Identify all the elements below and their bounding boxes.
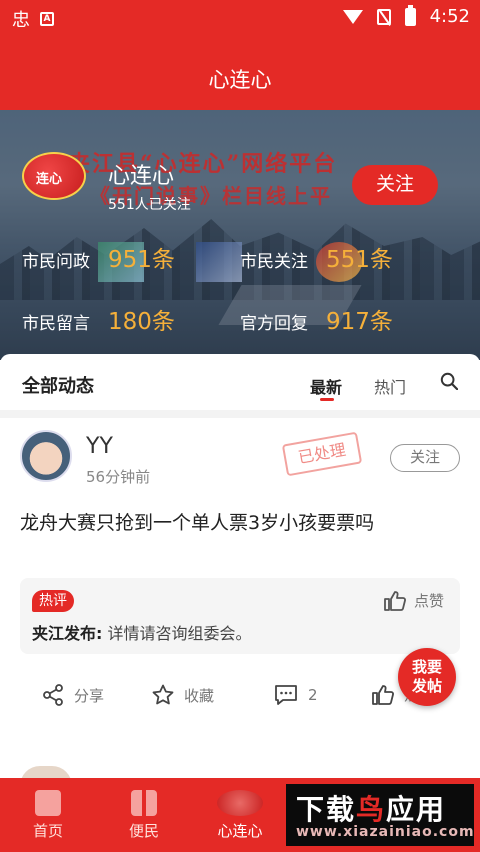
share-button[interactable]: 分享 bbox=[42, 684, 104, 706]
watermark-logo: 下载鸟应用 www.xiazainiao.com bbox=[286, 784, 474, 846]
hot-comment-badge: 热评 bbox=[32, 590, 74, 612]
stat-official-replies[interactable]: 官方回复 917条 bbox=[240, 302, 393, 336]
stat-value: 180条 bbox=[108, 309, 175, 335]
favorite-button[interactable]: 收藏 bbox=[152, 684, 214, 706]
top-bar: 忠 A 4:52 心连心 bbox=[0, 0, 480, 110]
stat-value: 551条 bbox=[326, 247, 393, 273]
stat-label: 官方回复 bbox=[240, 314, 308, 334]
channel-banner: 夹江县“心连心”网络平台 《开门说事》栏目线上平 连心 心连心 551人已关注 … bbox=[0, 110, 480, 360]
stat-label: 市民留言 bbox=[22, 314, 90, 334]
search-icon[interactable] bbox=[440, 372, 458, 390]
new-post-label-line2: 发帖 bbox=[411, 677, 442, 695]
star-icon bbox=[152, 684, 174, 705]
new-post-label-line1: 我要 bbox=[411, 658, 442, 676]
channel-name: 心连心 bbox=[108, 164, 175, 189]
watermark-url: www.xiazainiao.com bbox=[296, 824, 475, 840]
comment-icon bbox=[275, 685, 297, 705]
comment-author: 夹江发布: bbox=[32, 624, 103, 643]
follow-channel-button[interactable]: 关注 bbox=[352, 165, 438, 205]
status-stamp: 已处理 bbox=[281, 431, 363, 477]
wifi-icon bbox=[342, 9, 363, 24]
watermark-part: 下载 bbox=[296, 793, 357, 826]
watermark-part: 鸟 bbox=[356, 793, 387, 826]
status-bar: 忠 A 4:52 bbox=[0, 0, 480, 36]
share-label: 分享 bbox=[74, 686, 105, 705]
thumbs-up-icon bbox=[372, 684, 394, 705]
no-sim-icon bbox=[376, 8, 391, 25]
feed-title: 全部动态 bbox=[22, 376, 94, 397]
avatar[interactable] bbox=[20, 430, 72, 482]
channel-logo-text: 连心 bbox=[36, 172, 63, 187]
share-icon bbox=[43, 684, 63, 706]
stat-citizen-attention[interactable]: 市民关注 551条 bbox=[240, 240, 393, 274]
home-icon bbox=[35, 790, 61, 816]
nav-label: 心连心 bbox=[217, 822, 263, 840]
hot-comment[interactable]: 热评 点赞 夹江发布: 详情请咨询组委会。 bbox=[20, 578, 460, 654]
thumbs-up-icon bbox=[384, 590, 406, 611]
comments-button[interactable]: 2 bbox=[274, 684, 318, 706]
favorite-label: 收藏 bbox=[184, 686, 215, 705]
stat-label: 市民问政 bbox=[22, 252, 90, 272]
stat-value: 951条 bbox=[108, 247, 175, 273]
comment-count: 2 bbox=[308, 686, 318, 704]
comment-body: 详情请咨询组委会。 bbox=[107, 624, 252, 643]
nav-item-heart-to-heart[interactable]: 心连心 bbox=[200, 790, 280, 841]
nav-item-services[interactable]: 便民 bbox=[104, 790, 184, 841]
comment-like-label: 点赞 bbox=[414, 592, 445, 610]
channel-logo: 连心 bbox=[22, 152, 86, 200]
follower-count: 551人已关注 bbox=[108, 197, 191, 213]
stat-citizen-inquiry[interactable]: 市民问政 951条 bbox=[22, 240, 175, 274]
watermark-part: 应用 bbox=[386, 793, 447, 826]
comment-like-button[interactable]: 点赞 bbox=[384, 590, 444, 611]
post-timestamp: 56分钟前 bbox=[86, 468, 151, 486]
grid-icon bbox=[131, 790, 157, 816]
store-notification-icon: A bbox=[40, 12, 54, 26]
app-notification-icon: 忠 bbox=[12, 10, 30, 31]
battery-icon bbox=[404, 4, 416, 26]
stat-label: 市民关注 bbox=[240, 252, 308, 272]
post-content[interactable]: 龙舟大赛只抢到一个单人票3岁小孩要票吗 bbox=[20, 508, 374, 535]
divider bbox=[0, 410, 480, 418]
tab-latest[interactable]: 最新 bbox=[310, 374, 342, 398]
channel-logo-icon bbox=[217, 790, 263, 816]
page-title: 心连心 bbox=[208, 68, 272, 92]
status-time: 4:52 bbox=[429, 6, 470, 27]
stat-value: 917条 bbox=[326, 309, 393, 335]
nav-label: 便民 bbox=[128, 822, 159, 840]
thumbnail-image bbox=[196, 242, 242, 282]
tab-hot[interactable]: 热门 bbox=[374, 374, 406, 398]
new-post-button[interactable]: 我要 发帖 bbox=[398, 648, 456, 706]
feed-panel: 全部动态 最新 热门 YY 56分钟前 已处理 关注 龙舟大赛只抢到一个单人票3… bbox=[0, 354, 480, 786]
stat-citizen-messages[interactable]: 市民留言 180条 bbox=[22, 302, 175, 336]
nav-item-home[interactable]: 首页 bbox=[8, 790, 88, 841]
follow-user-button[interactable]: 关注 bbox=[390, 444, 460, 472]
comment-text: 夹江发布: 详情请咨询组委会。 bbox=[32, 620, 252, 644]
post-author[interactable]: YY bbox=[86, 434, 113, 459]
watermark-text: 下载鸟应用 bbox=[296, 788, 446, 828]
nav-label: 首页 bbox=[32, 822, 63, 840]
active-tab-indicator bbox=[320, 398, 334, 401]
